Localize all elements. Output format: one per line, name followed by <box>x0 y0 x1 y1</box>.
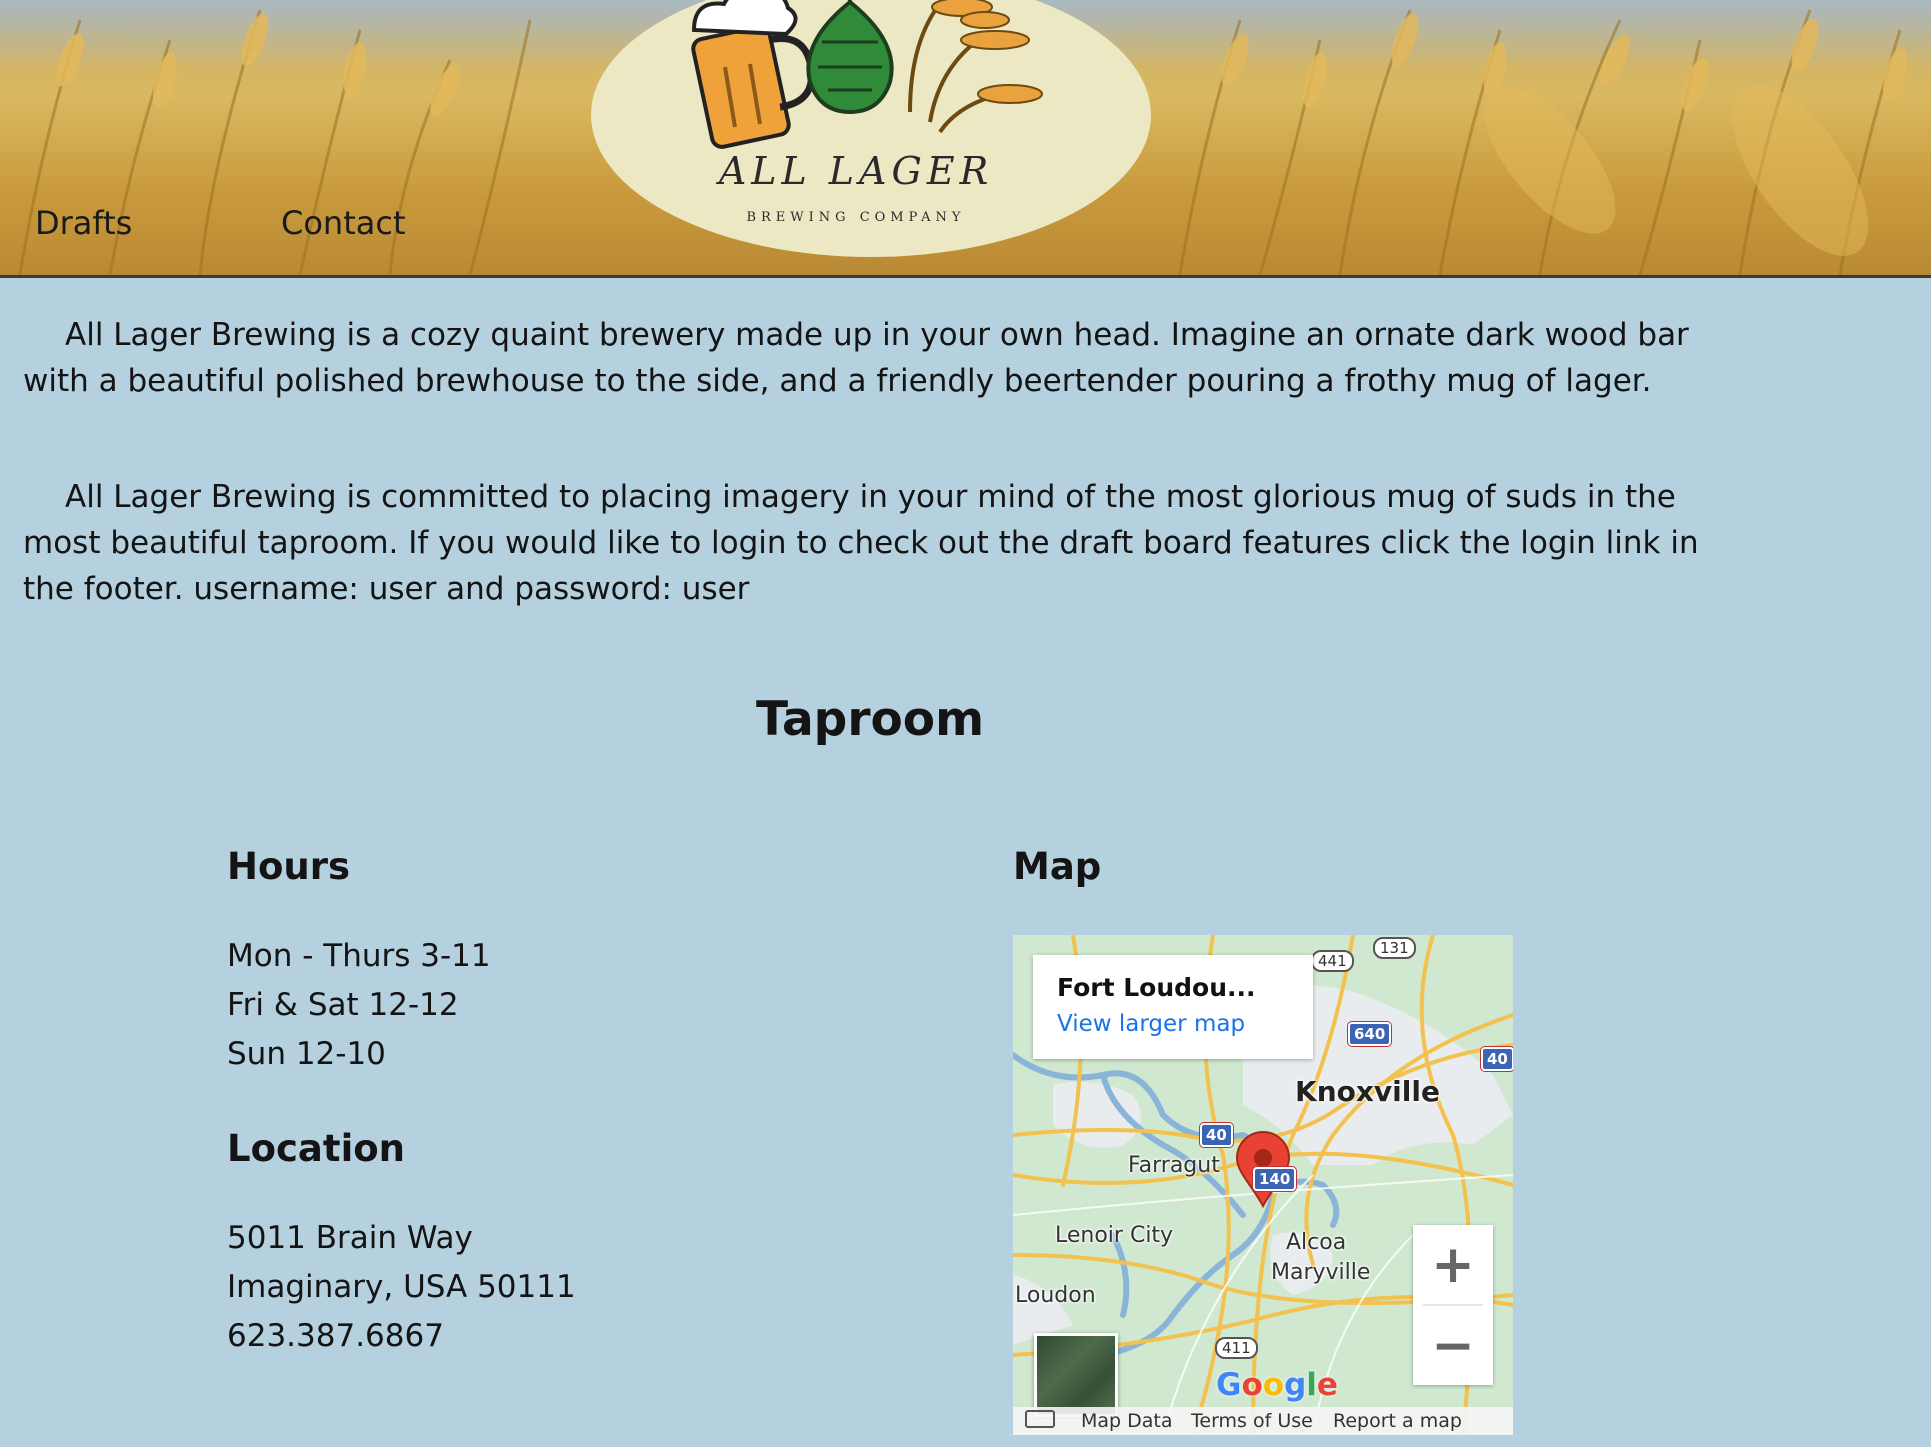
phone-number: 623.387.6867 <box>227 1318 444 1354</box>
map-data-link[interactable]: Map Data <box>1081 1410 1173 1432</box>
interstate-shield: 640 <box>1348 1022 1392 1046</box>
hours-line: Mon - Thurs 3-11 <box>227 938 491 974</box>
google-logo: Google <box>1216 1367 1338 1403</box>
map-label-knoxville: Knoxville <box>1295 1075 1440 1108</box>
intro-text-1: All Lager Brewing is a cozy quaint brewe… <box>23 317 1689 399</box>
terms-of-use-link[interactable]: Terms of Use <box>1191 1410 1313 1432</box>
intro-paragraph-2: All Lager Brewing is committed to placin… <box>23 474 1723 612</box>
map-label-alcoa: Alcoa <box>1286 1230 1347 1255</box>
address-city: Imaginary, USA 50111 <box>227 1269 576 1305</box>
nav-contact-link[interactable]: Contact <box>281 204 406 242</box>
route-shield: 411 <box>1215 1337 1258 1359</box>
address-street: 5011 Brain Way <box>227 1220 473 1256</box>
route-shield: 131 <box>1373 937 1416 959</box>
map-place-name: Fort Loudou... <box>1057 973 1256 1002</box>
map-attribution-bar: Map Data Terms of Use Report a map error <box>1013 1407 1513 1435</box>
logo-name: ALL LAGER <box>716 149 993 193</box>
keyboard-icon[interactable] <box>1025 1410 1055 1428</box>
nav-drafts-link[interactable]: Drafts <box>35 204 132 242</box>
satellite-toggle-button[interactable] <box>1034 1333 1118 1417</box>
report-map-error-link[interactable]: Report a map error <box>1333 1410 1513 1435</box>
map-label-maryville: Maryville <box>1271 1260 1371 1285</box>
site-header: ALL LAGER BREWING COMPANY Drafts Contact <box>0 0 1931 278</box>
embedded-map[interactable]: 441 131 640 40 40 140 411 Knoxville Farr… <box>1013 935 1513 1435</box>
view-larger-map-link[interactable]: View larger map <box>1057 1011 1245 1037</box>
map-label-loudon: Loudon <box>1015 1283 1096 1308</box>
map-label-farragut: Farragut <box>1128 1153 1220 1178</box>
map-label-lenoir-city: Lenoir City <box>1055 1223 1174 1248</box>
hours-line: Sun 12-10 <box>227 1036 386 1072</box>
map-place-card: Fort Loudou... View larger map <box>1033 955 1313 1059</box>
interstate-shield: 40 <box>1481 1047 1513 1071</box>
logo-tagline: BREWING COMPANY <box>746 210 965 225</box>
intro-text-2: All Lager Brewing is committed to placin… <box>23 479 1699 607</box>
zoom-out-button[interactable]: − <box>1413 1306 1493 1385</box>
map-heading: Map <box>1013 845 1102 888</box>
route-shield: 441 <box>1311 950 1354 972</box>
interstate-shield: 40 <box>1200 1123 1233 1147</box>
hours-heading: Hours <box>227 845 350 888</box>
brewery-logo[interactable]: ALL LAGER BREWING COMPANY <box>590 0 1152 257</box>
location-heading: Location <box>227 1127 406 1170</box>
zoom-in-button[interactable]: + <box>1413 1225 1493 1304</box>
intro-paragraph-1: All Lager Brewing is a cozy quaint brewe… <box>23 312 1723 404</box>
taproom-title: Taproom <box>755 692 985 747</box>
interstate-shield: 140 <box>1253 1167 1297 1191</box>
hours-line: Fri & Sat 12-12 <box>227 987 459 1023</box>
map-zoom-controls: + − <box>1413 1225 1493 1385</box>
